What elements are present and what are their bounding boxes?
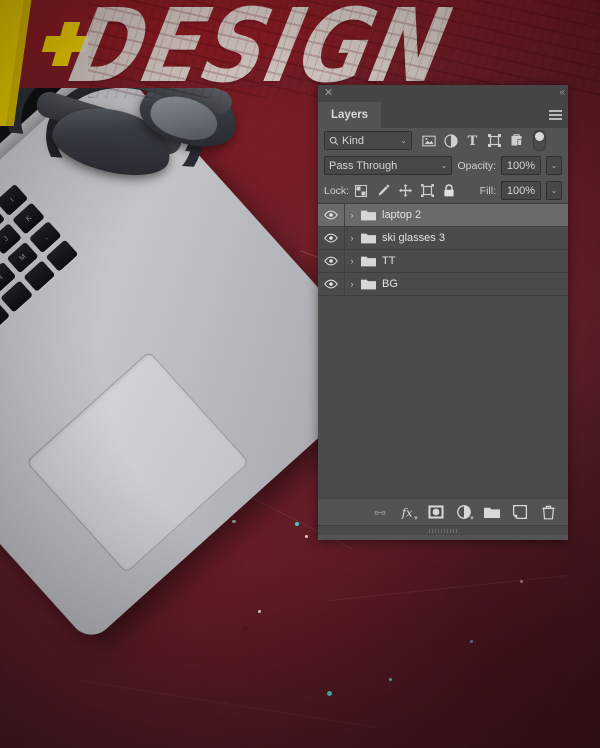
lock-all-icon[interactable] [442,184,456,198]
folder-icon [359,278,377,290]
delete-layer-button[interactable] [540,504,556,520]
filter-shape-icon[interactable] [487,133,502,148]
layer-name[interactable]: BG [382,278,398,290]
layer-visibility-toggle[interactable] [318,273,345,295]
collapse-panel-icon[interactable]: « [559,87,564,98]
eye-icon [324,233,338,243]
layer-visibility-toggle[interactable] [318,250,345,272]
link-layers-button[interactable] [372,504,388,520]
folder-icon [359,232,377,244]
svg-text:fx: fx [401,505,413,519]
eye-icon [324,279,338,289]
table-row[interactable]: › laptop 2 [318,204,568,227]
tab-layers[interactable]: Layers [318,102,382,128]
chevron-down-icon: ⌄ [400,136,407,145]
expand-group-icon[interactable]: › [345,256,359,266]
opacity-input[interactable]: 100% [501,156,541,175]
expand-group-icon[interactable]: › [345,233,359,243]
filter-smart-object-icon[interactable] [509,133,524,148]
table-row[interactable]: › ski glasses 3 [318,227,568,250]
filter-type-icons: T [421,133,524,148]
panel-resize-grip[interactable] [318,525,568,535]
filter-pixel-icon[interactable] [421,133,436,148]
fill-input[interactable]: 100% [501,181,541,200]
chevron-down-icon: ⌄ [440,161,448,170]
opacity-stepper[interactable]: ⌄ [546,156,562,175]
lock-artboard-nesting-icon[interactable] [420,184,434,198]
blend-mode-value: Pass Through [329,159,398,172]
folder-icon [359,209,377,221]
opacity-label: Opacity: [457,159,496,172]
panel-menu-icon[interactable] [549,110,562,120]
adjustment-layer-button[interactable]: ▼ [456,504,475,522]
search-icon [329,136,339,145]
folder-icon [359,255,377,267]
layer-mask-button[interactable] [428,504,444,520]
chevron-down-icon: ▼ [413,516,419,522]
layer-filter-row: Kind ⌄ T [318,128,568,153]
filter-kind-dropdown[interactable]: Kind ⌄ [324,131,412,150]
opacity-value: 100% [506,159,536,172]
layers-panel-toolbar: fx ▼ ▼ [318,498,568,525]
blend-mode-dropdown[interactable]: Pass Through ⌄ [324,156,453,175]
panel-title-bar: ✕ « [318,85,568,102]
lock-image-pixels-icon[interactable] [376,184,390,198]
filter-kind-value: Kind [342,134,365,147]
filter-enable-toggle[interactable] [533,130,546,151]
layer-list[interactable]: › laptop 2 › ski glasses 3 › TT › BG [318,204,568,498]
layer-visibility-toggle[interactable] [318,227,345,249]
layer-name[interactable]: laptop 2 [382,209,421,221]
lock-row: Lock: Fill: 100% ⌄ [318,178,568,203]
layers-panel[interactable]: ✕ « Layers Kind ⌄ T Pass Through ⌄ Opaci… [318,85,568,540]
lock-label: Lock: [324,184,350,197]
layer-name[interactable]: TT [382,255,395,267]
fill-value: 100% [506,184,536,197]
layer-visibility-toggle[interactable] [318,204,345,226]
filter-adjustment-icon[interactable] [443,133,458,148]
expand-group-icon[interactable]: › [345,210,359,220]
table-row[interactable]: › TT [318,250,568,273]
toggle-knob [535,132,544,141]
layer-name[interactable]: ski glasses 3 [382,232,445,244]
blend-mode-row: Pass Through ⌄ Opacity: 100% ⌄ [318,153,568,178]
filter-type-icon[interactable]: T [465,133,480,148]
layer-style-button[interactable]: fx ▼ [400,504,419,522]
expand-group-icon[interactable]: › [345,279,359,289]
fill-label: Fill: [479,184,496,197]
lock-position-icon[interactable] [398,184,412,198]
svg-text:T: T [468,134,478,147]
close-icon[interactable]: ✕ [323,88,334,99]
lock-transparent-pixels-icon[interactable] [354,184,368,198]
chevron-down-icon: ▼ [469,516,475,522]
eye-icon [324,210,338,220]
panel-tab-bar: Layers [318,102,568,128]
new-group-button[interactable] [484,504,500,520]
eye-icon [324,256,338,266]
lock-buttons [354,184,456,198]
new-layer-button[interactable] [512,504,528,520]
table-row[interactable]: › BG [318,273,568,296]
fill-stepper[interactable]: ⌄ [546,181,562,200]
